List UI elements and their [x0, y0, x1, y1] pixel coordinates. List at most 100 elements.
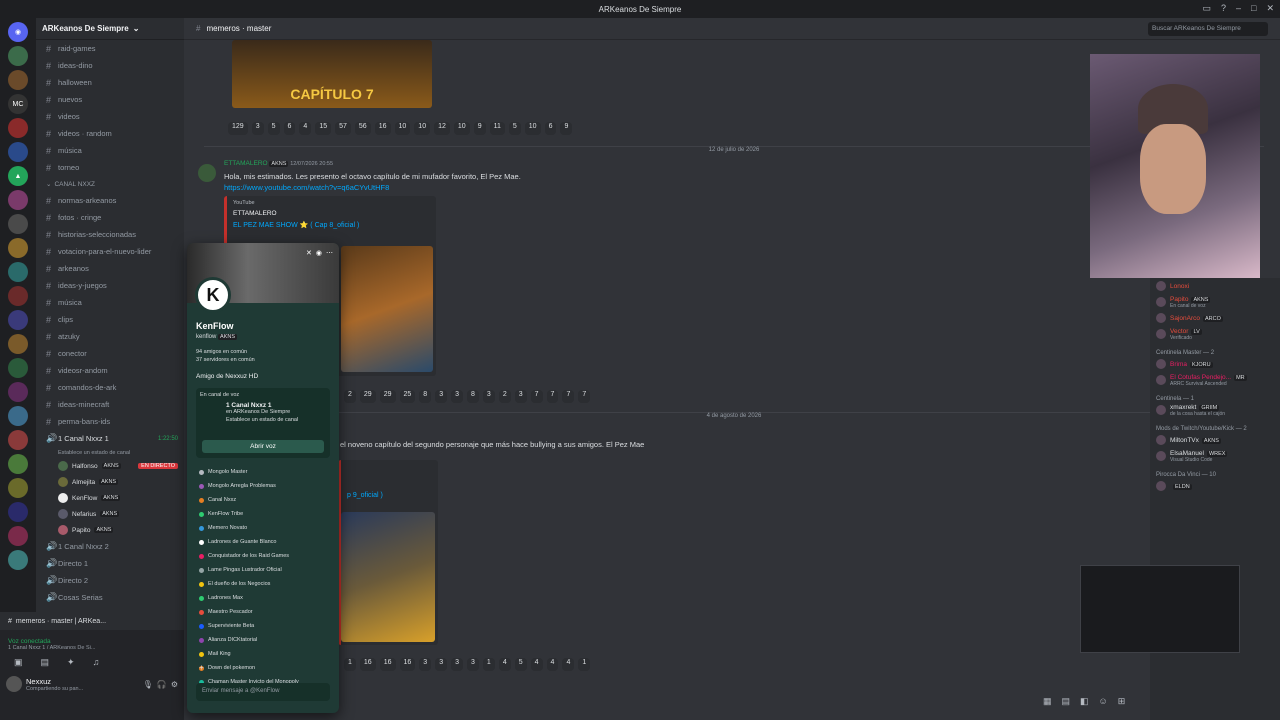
reaction-chip[interactable]: 3 [514, 390, 527, 403]
channel-item[interactable]: # videos [36, 108, 184, 125]
channel-item[interactable]: # música [36, 294, 184, 311]
server-icon[interactable] [8, 478, 28, 498]
reaction-chip[interactable]: 3 [419, 658, 432, 671]
voice-channel[interactable]: 🔊 Cosas Serias [36, 589, 184, 606]
user-icon[interactable]: ◉ [316, 249, 322, 257]
reaction-chip[interactable]: 5 [514, 658, 527, 671]
search-input[interactable]: Buscar ARKeanos De Siempre [1148, 22, 1268, 36]
gift-icon[interactable]: ▦ [1043, 696, 1052, 707]
home-icon[interactable]: ◉ [8, 22, 28, 42]
reaction-chip[interactable]: 1 [344, 658, 356, 671]
channel-item[interactable]: # ideas-dino [36, 57, 184, 74]
reaction-chip[interactable]: 56 [354, 122, 371, 135]
server-icon[interactable] [8, 214, 28, 234]
voice-channel[interactable]: 🔊 Directo 1 [36, 555, 184, 572]
close-icon[interactable]: ✕ [306, 249, 312, 257]
voice-channel[interactable]: 🔊 Directo 2 [36, 572, 184, 589]
reaction-chip[interactable]: 5 [508, 122, 521, 135]
voice-user[interactable]: Nefarius AKNS [36, 506, 184, 522]
reaction-chip[interactable]: 57 [335, 122, 351, 135]
member-item[interactable]: Lonoxi [1150, 278, 1280, 294]
reaction-chip[interactable]: 3 [451, 658, 464, 671]
sticker-icon[interactable]: ◧ [1080, 696, 1089, 707]
member-item[interactable]: El Cotufas Pendejo... MR ARRC Survival Asc… [1150, 372, 1280, 388]
reaction-chip[interactable]: 16 [379, 658, 396, 671]
reaction-chip[interactable]: 3 [482, 390, 495, 403]
reaction-chip[interactable]: 7 [578, 390, 591, 403]
role-chip[interactable]: Superviviente Beta [199, 619, 333, 633]
reaction-chip[interactable]: 3 [451, 390, 464, 403]
channel-item[interactable]: # historias-seleccionadas [36, 226, 184, 243]
reaction-chip[interactable]: 7 [530, 390, 543, 403]
server-icon[interactable] [8, 238, 28, 258]
video-thumbnail[interactable] [341, 512, 435, 642]
role-chip[interactable]: Down del pokemon [199, 661, 333, 675]
server-icon[interactable] [8, 550, 28, 570]
reaction-chip[interactable]: 3 [467, 658, 479, 671]
server-icon[interactable] [8, 262, 28, 282]
inbox-icon[interactable]: ▭ [1202, 3, 1211, 14]
reaction-chip[interactable]: 9 [473, 122, 486, 135]
embed-title[interactable]: EL PEZ MAE SHOW ⭐ ( Cap 8_oficial ) [227, 217, 436, 233]
reaction-chip[interactable]: 16 [359, 658, 376, 671]
member-item[interactable]: ElsaManuel WREX Visual Studio Code [1150, 448, 1280, 464]
channel-item[interactable]: # atzuky [36, 328, 184, 345]
message-input[interactable]: Enviar mensaje a @KenFlow [196, 683, 330, 701]
server-icon[interactable]: MC [8, 94, 28, 114]
activity-icon[interactable]: ✦ [67, 657, 75, 668]
server-icon[interactable] [8, 286, 28, 306]
video-thumbnail[interactable]: CAPÍTULO 7 [232, 40, 432, 108]
reaction-chip[interactable]: 3 [435, 390, 448, 403]
reaction-chip[interactable]: 129 [228, 122, 248, 135]
role-chip[interactable]: Lame Pingas Lustrador Oficial [199, 563, 333, 577]
reaction-chip[interactable]: 1 [482, 658, 495, 671]
reaction-chip[interactable]: 10 [453, 122, 470, 135]
member-item[interactable]: Vector LV Verificado [1150, 326, 1280, 342]
channel-item[interactable]: # nuevos [36, 91, 184, 108]
reaction-chip[interactable]: 4 [562, 658, 575, 671]
server-icon[interactable] [8, 358, 28, 378]
embed-author[interactable]: ETTAMALERO [227, 210, 436, 217]
video-thumbnail[interactable] [341, 246, 433, 372]
server-icon[interactable] [8, 118, 28, 138]
server-icon[interactable] [8, 190, 28, 210]
reaction-chip[interactable]: 4 [546, 658, 559, 671]
reaction-chip[interactable]: 4 [530, 658, 543, 671]
reaction-chip[interactable]: 16 [374, 122, 391, 135]
maximize-icon[interactable]: □ [1251, 3, 1256, 14]
voice-user[interactable]: Halfonso AKNS EN DIRECTO [36, 458, 184, 474]
member-item[interactable]: xmaxrekt GRIIM de la cosa hasta el cajón [1150, 402, 1280, 418]
reaction-chip[interactable]: 11 [489, 122, 505, 135]
reaction-chip[interactable]: 29 [359, 390, 376, 403]
channel-item[interactable]: # normas-arkeanos [36, 192, 184, 209]
channel-item[interactable]: # raid-games [36, 40, 184, 57]
message-link[interactable]: https://www.youtube.com/watch?v=q6aCYvUt… [224, 183, 389, 192]
reaction-chip[interactable]: 2 [498, 390, 511, 403]
channel-item[interactable]: # halloween [36, 74, 184, 91]
reaction-chip[interactable]: 29 [379, 390, 396, 403]
soundboard-icon[interactable]: ♫ [93, 657, 100, 668]
role-chip[interactable]: Conquistador de los Raid Games [199, 549, 333, 563]
category-header[interactable]: ⌄ CANAL NXXZ [36, 176, 184, 192]
server-header[interactable]: ARKeanos De Siempre ⌄ [36, 18, 184, 40]
channel-item[interactable]: # torneo [36, 159, 184, 176]
server-icon[interactable] [8, 310, 28, 330]
embed-title[interactable]: p 9_oficial ) [341, 460, 438, 499]
reaction-chip[interactable]: 5 [267, 122, 280, 135]
member-item[interactable]: ELDN [1150, 478, 1280, 494]
reaction-chip[interactable]: 25 [399, 390, 416, 403]
voice-channel[interactable]: 🔊 1 Canal Nxxz 2 [36, 538, 184, 555]
reaction-chip[interactable]: 10 [524, 122, 541, 135]
channel-item[interactable]: # votacion-para-el-nuevo-lider [36, 243, 184, 260]
server-icon[interactable] [8, 70, 28, 90]
channel-item[interactable]: # videos · random [36, 125, 184, 142]
server-icon[interactable] [8, 334, 28, 354]
server-icon[interactable] [8, 46, 28, 66]
more-icon[interactable]: ⋯ [326, 249, 333, 257]
role-chip[interactable]: Canal Nxxz [199, 493, 333, 507]
role-chip[interactable]: KenFlow Tribe [199, 507, 333, 521]
voice-user[interactable]: Almejita AKNS [36, 474, 184, 490]
role-chip[interactable]: Maestro Pescador [199, 605, 333, 619]
apps-icon[interactable]: ⊞ [1118, 696, 1126, 707]
role-chip[interactable]: Mongolo Arregla Problemas [199, 479, 333, 493]
